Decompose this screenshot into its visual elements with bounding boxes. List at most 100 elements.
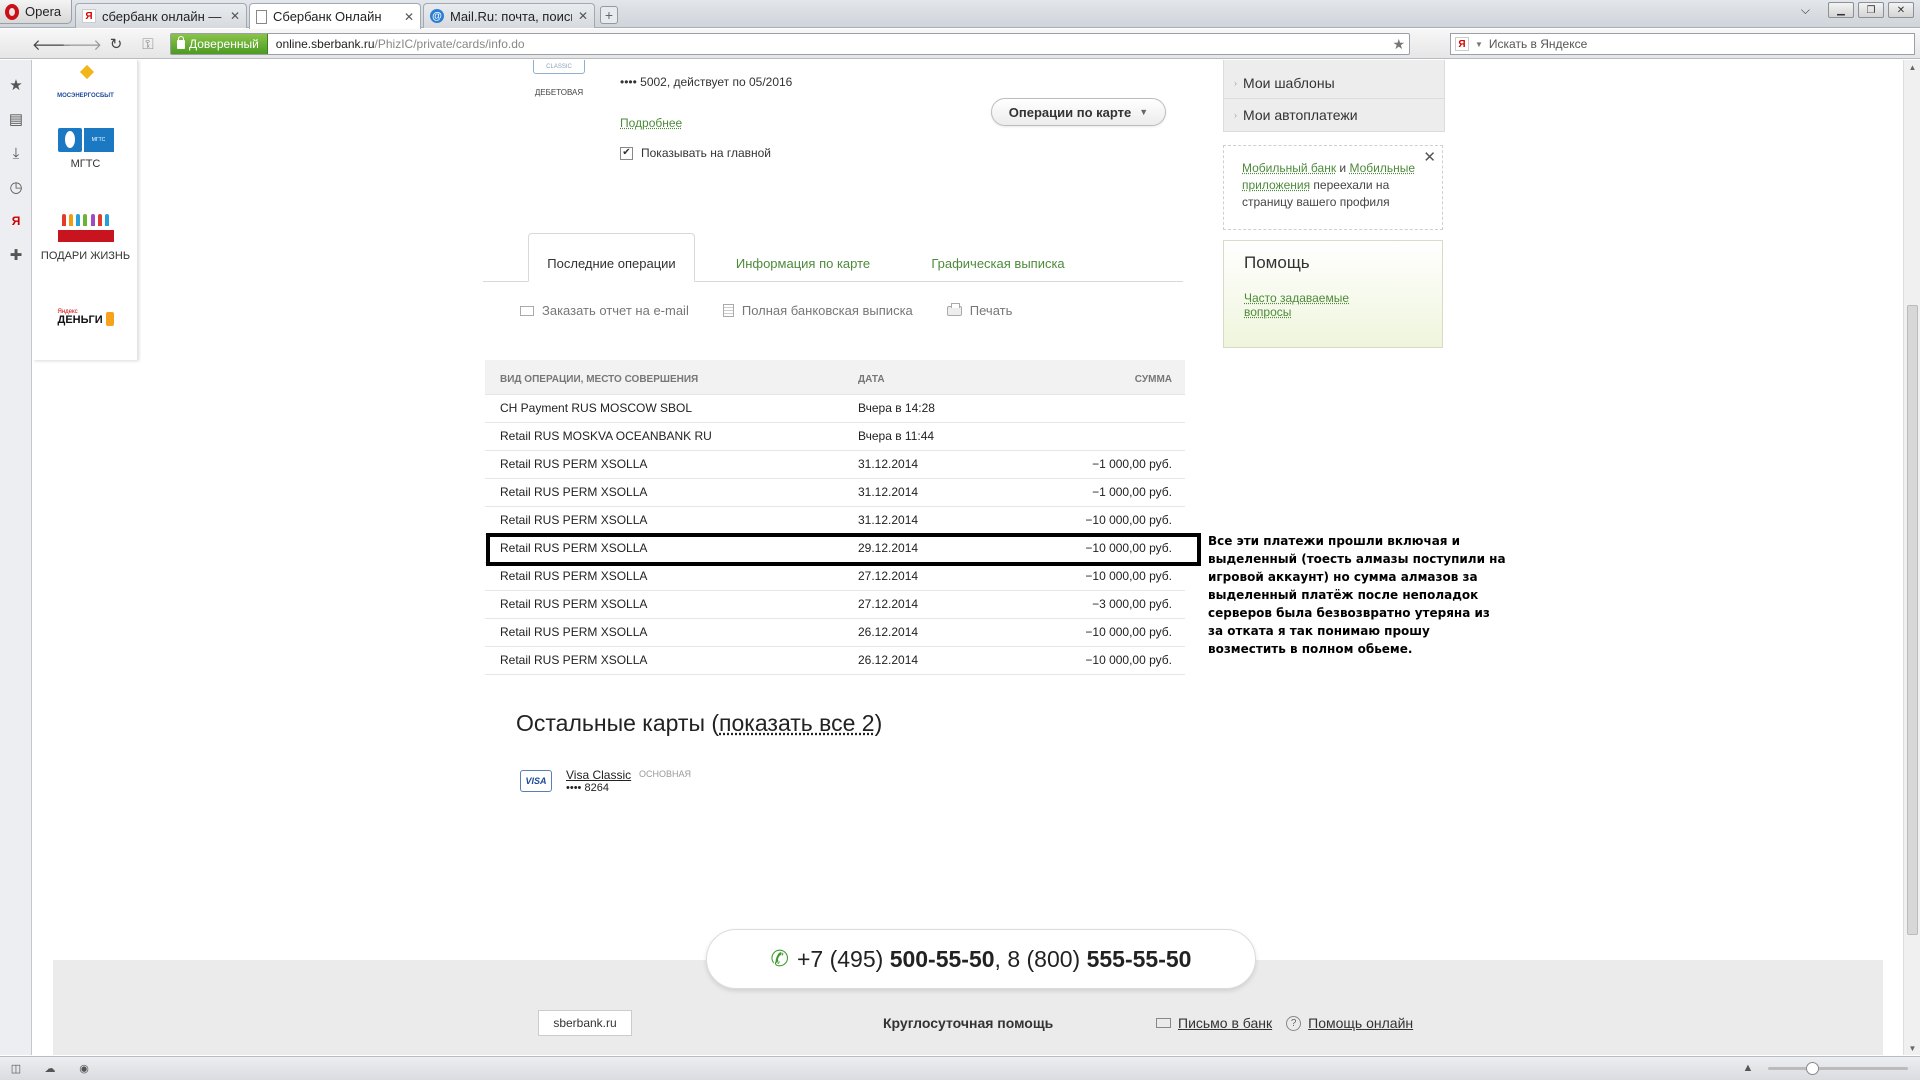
- table-row[interactable]: Retail RUS PERM XSOLLA 31.12.2014 −1 000,0…: [485, 477, 1185, 506]
- help-title: Помощь: [1244, 253, 1310, 272]
- close-tab-icon[interactable]: ✕: [578, 9, 588, 23]
- close-icon[interactable]: ✕: [1423, 149, 1436, 166]
- notes-icon[interactable]: ▤: [0, 102, 32, 136]
- table-row[interactable]: Retail RUS PERM XSOLLA 26.12.2014 −10 000,…: [485, 617, 1185, 646]
- table-row[interactable]: CH Payment RUS MOSCOW SBOL Вчера в 14:28: [485, 393, 1185, 422]
- card-number-line: •••• 5002, действует по 05/2016: [620, 75, 793, 89]
- letter-to-bank-link[interactable]: Письмо в банк: [1156, 1015, 1272, 1031]
- address-bar[interactable]: Доверенный online.sberbank.ru/PhizIC/pri…: [170, 33, 1410, 55]
- operation-desc: Retail RUS PERM XSOLLA: [485, 505, 858, 534]
- operation-desc: Retail RUS MOSKVA OCEANBANK RU: [485, 421, 858, 450]
- tab-title: Сбербанк Онлайн: [273, 9, 382, 24]
- opera-menu-button[interactable]: Opera: [0, 0, 72, 24]
- tab-last-operations[interactable]: Последние операции: [528, 233, 695, 282]
- page-scrollbar[interactable]: ▲ ▼: [1903, 60, 1920, 1055]
- table-row[interactable]: Retail RUS MOSKVA OCEANBANK RU Вчера в 11…: [485, 421, 1185, 450]
- minimize-button[interactable]: ▁: [1828, 2, 1854, 18]
- back-arrow-icon[interactable]: 🡐: [32, 35, 72, 54]
- downloads-icon[interactable]: ⤓: [0, 136, 32, 170]
- partner-mgts[interactable]: МГТС МГТС: [33, 128, 138, 170]
- history-clock-icon[interactable]: ◷: [0, 170, 32, 204]
- card-operations-label: Операции по карте: [1008, 104, 1132, 120]
- trusted-site-badge[interactable]: Доверенный: [171, 34, 268, 54]
- partner-podari-zhizn[interactable]: ПОДАРИ ЖИЗНЬ: [33, 210, 138, 262]
- zoom-up-icon[interactable]: ▲: [1740, 1061, 1756, 1075]
- operation-desc: Retail RUS PERM XSOLLA: [485, 449, 858, 478]
- tab-card-info[interactable]: Информация по карте: [723, 233, 883, 282]
- show-on-main-checkbox[interactable]: ✔: [620, 146, 633, 160]
- close-tab-icon[interactable]: ✕: [404, 10, 414, 24]
- operation-date: Вчера в 11:44: [858, 421, 1038, 450]
- tab-graphic-statement[interactable]: Графическая выписка: [913, 233, 1083, 282]
- help-box: Помощь Часто задаваемые вопросы: [1223, 240, 1443, 348]
- operation-desc: Retail RUS PERM XSOLLA: [485, 561, 858, 590]
- show-on-main-row: ✔ Показывать на главной: [620, 146, 771, 160]
- print-link[interactable]: Печать: [946, 302, 1013, 318]
- forward-arrow-icon[interactable]: 🡒: [62, 35, 102, 54]
- help-online-link[interactable]: ? Помощь онлайн: [1286, 1015, 1413, 1031]
- browser-tab-sberbank[interactable]: Сбербанк Онлайн ✕: [249, 3, 421, 29]
- turbo-icon[interactable]: ◉: [76, 1061, 92, 1075]
- bookmarks-star-icon[interactable]: ★: [0, 68, 32, 102]
- table-row[interactable]: Retail RUS PERM XSOLLA 31.12.2014 −1 000,0…: [485, 449, 1185, 478]
- opera-unite-icon[interactable]: ☁: [42, 1061, 58, 1075]
- full-statement-label: Полная банковская выписка: [741, 303, 913, 318]
- page-viewport: МОСЭНЕРГОСБЫТ МГТС МГТС ПОДАРИ ЖИЗНЬ Янд…: [33, 60, 1903, 1055]
- sidebar-item-templates[interactable]: › Мои шаблоны: [1224, 68, 1444, 99]
- panel-toggle-icon[interactable]: ◫: [8, 1061, 24, 1075]
- table-row[interactable]: Retail RUS PERM XSOLLA 27.12.2014 −10 000,…: [485, 561, 1185, 590]
- add-panel-icon[interactable]: ✚: [0, 238, 32, 272]
- scroll-down-icon[interactable]: ▼: [1904, 1041, 1920, 1055]
- visa-card-number: •••• 8264: [566, 782, 609, 794]
- operation-amount: −3 000,00 руб.: [1038, 589, 1185, 618]
- search-field[interactable]: Я ▼ Искать в Яндексе: [1450, 33, 1915, 55]
- browser-tab-mailru[interactable]: @ Mail.Ru: почта, поиск ... ✕: [423, 3, 595, 28]
- yandex-search-icon[interactable]: Я: [1455, 37, 1469, 51]
- faq-link[interactable]: Часто задаваемые вопросы: [1244, 291, 1364, 319]
- partner-yandex-money[interactable]: Яндекс ДЕНЬГИ: [33, 300, 138, 332]
- operation-date: 29.12.2014: [858, 533, 1038, 562]
- sberbank-site-button[interactable]: sberbank.ru: [538, 1010, 632, 1036]
- print-label: Печать: [969, 303, 1013, 318]
- visa-card-link[interactable]: Visa Classic: [566, 768, 631, 782]
- sidebar-item-autopayments[interactable]: › Мои автоплатежи: [1224, 99, 1444, 130]
- bookmark-star-icon[interactable]: ★: [1392, 36, 1405, 53]
- phone-numbers: +7 (495) 500-55-50, 8 (800) 555-55-50: [796, 945, 1192, 972]
- reload-icon[interactable]: ↻: [106, 35, 126, 53]
- operation-amount: −10 000,00 руб.: [1038, 505, 1185, 534]
- scrollbar-thumb[interactable]: [1907, 305, 1918, 935]
- partner-caption: МГТС: [70, 158, 101, 170]
- tab-list-chevron-icon[interactable]: ⌵: [1801, 3, 1810, 18]
- restore-button[interactable]: ❐: [1858, 2, 1884, 18]
- other-cards-title: Остальные карты (показать все 2): [516, 710, 883, 736]
- table-row[interactable]: Retail RUS PERM XSOLLA 27.12.2014 −3 000,0…: [485, 589, 1185, 618]
- partner-mosenergosbyt[interactable]: МОСЭНЕРГОСБЫТ: [33, 75, 138, 105]
- sidebar-menu: › Мои шаблоны › Мои автоплатежи: [1223, 60, 1445, 132]
- opera-side-panel: ★ ▤ ⤓ ◷ Я ✚: [0, 60, 32, 1055]
- tab-title: сбербанк онлайн — Я...: [102, 8, 224, 24]
- mobile-bank-link[interactable]: Мобильный банк: [1242, 161, 1336, 175]
- card-details-link[interactable]: Подробнее: [620, 116, 682, 130]
- key-icon[interactable]: ⚿: [138, 35, 158, 53]
- search-engine-chevron-icon[interactable]: ▼: [1475, 40, 1483, 49]
- url-text[interactable]: online.sberbank.ru/PhizIC/private/cards/…: [268, 37, 525, 51]
- podari-zhizn-logo: [57, 210, 114, 244]
- close-tab-icon[interactable]: ✕: [230, 9, 240, 23]
- scroll-up-icon[interactable]: ▲: [1904, 60, 1920, 74]
- close-window-button[interactable]: ✕: [1888, 2, 1914, 18]
- full-statement-link[interactable]: Полная банковская выписка: [722, 303, 913, 318]
- show-all-cards-link[interactable]: показать все 2: [719, 710, 875, 736]
- trusted-label: Доверенный: [189, 37, 259, 51]
- operation-date: Вчера в 14:28: [858, 393, 1038, 422]
- sidebar-item-label: Мои автоплатежи: [1243, 106, 1358, 123]
- email-report-link[interactable]: Заказать отчет на e-mail: [520, 303, 689, 318]
- table-row[interactable]: Retail RUS PERM XSOLLA 31.12.2014 −10 000,…: [485, 505, 1185, 534]
- card-operations-button[interactable]: Операции по карте ▼: [991, 98, 1166, 126]
- table-row[interactable]: Retail RUS PERM XSOLLA 26.12.2014 −10 000,…: [485, 645, 1185, 675]
- yandex-panel-icon[interactable]: Я: [0, 204, 32, 238]
- email-report-label: Заказать отчет на e-mail: [542, 303, 689, 318]
- browser-tab-yandex[interactable]: Я сбербанк онлайн — Я... ✕: [75, 3, 247, 28]
- table-row-highlighted[interactable]: Retail RUS PERM XSOLLA 29.12.2014 −10 000,…: [485, 533, 1185, 562]
- zoom-slider[interactable]: [1768, 1062, 1908, 1075]
- new-tab-button[interactable]: +: [600, 6, 618, 24]
